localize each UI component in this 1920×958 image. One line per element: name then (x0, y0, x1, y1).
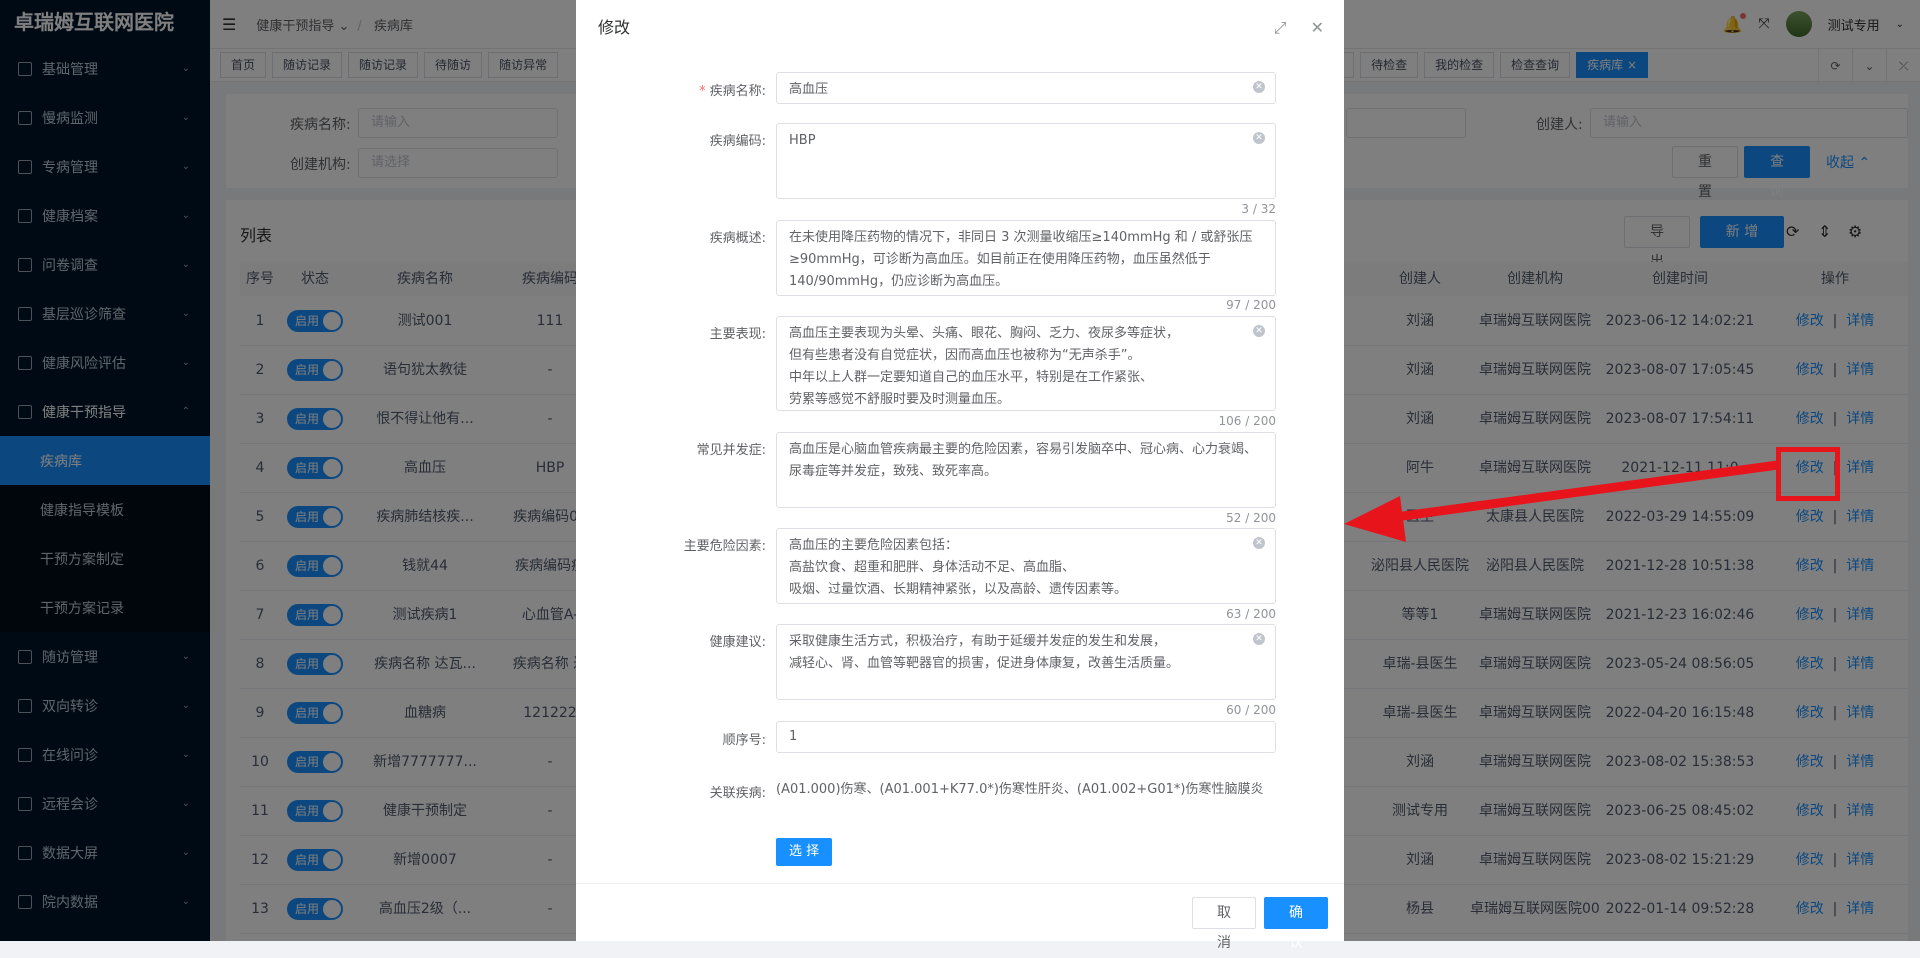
close-icon[interactable]: ✕ (1311, 0, 1324, 56)
related-value: (A01.000)伤寒、(A01.001+K77.0*)伤寒性肝炎、(A01.0… (776, 774, 1276, 806)
complication-field[interactable]: 高血压是心脑血管疾病最主要的危险因素，容易引发脑卒中、冠心病、心力衰竭、尿毒症等… (776, 432, 1276, 508)
advice-field[interactable]: 采取健康生活方式，积极治疗，有助于延缓并发症的发生和发展， 减轻心、肾、血管等靶… (776, 624, 1276, 700)
clear-icon[interactable]: ✕ (1253, 81, 1265, 93)
annotation-box (1776, 447, 1840, 501)
risk-field[interactable]: 高血压的主要危险因素包括： 高盐饮食、超重和肥胖、身体活动不足、高血脂、 吸烟、… (776, 528, 1276, 604)
desc-field-label: 疾病概述: (710, 227, 766, 246)
clear-icon[interactable]: ✕ (1253, 633, 1265, 645)
edit-dialog: 修改 ⤢ ✕ *疾病名称: 高血压✕ 疾病编码: HBP✕ 3 / 32 疾病概… (576, 0, 1344, 941)
symptom-field[interactable]: 高血压主要表现为头晕、头痛、眼花、胸闷、乏力、夜尿多等症状， 但有些患者没有自觉… (776, 316, 1276, 411)
code-field[interactable]: HBP✕ (776, 123, 1276, 199)
name-field-label: *疾病名称: (699, 80, 766, 99)
desc-field[interactable]: 在未使用降压药物的情况下，非同日 3 次测量收缩压≥140mmHg 和 / 或舒… (776, 220, 1276, 296)
complication-field-label: 常见并发症: (697, 439, 766, 458)
desc-counter: 97 / 200 (776, 298, 1276, 312)
advice-counter: 60 / 200 (776, 703, 1276, 717)
dialog-footer: 取 消 确 认 (576, 883, 1344, 941)
dialog-body: *疾病名称: 高血压✕ 疾病编码: HBP✕ 3 / 32 疾病概述: 在未使用… (576, 56, 1344, 883)
complication-counter: 52 / 200 (776, 511, 1276, 525)
symptom-counter: 106 / 200 (776, 414, 1276, 428)
dialog-title: 修改 (598, 18, 630, 37)
order-field-label: 顺序号: (723, 729, 766, 748)
risk-field-label: 主要危险因素: (684, 535, 766, 554)
code-counter: 3 / 32 (776, 202, 1276, 216)
clear-icon[interactable]: ✕ (1253, 132, 1265, 144)
name-field[interactable]: 高血压✕ (776, 72, 1276, 104)
advice-field-label: 健康建议: (710, 631, 766, 650)
clear-icon[interactable]: ✕ (1253, 325, 1265, 337)
confirm-button[interactable]: 确 认 (1264, 897, 1328, 929)
select-button[interactable]: 选 择 (776, 838, 832, 866)
code-field-label: 疾病编码: (710, 130, 766, 149)
symptom-field-label: 主要表现: (710, 323, 766, 342)
related-field-label: 关联疾病: (710, 782, 766, 801)
clear-icon[interactable]: ✕ (1253, 537, 1265, 549)
maximize-icon[interactable]: ⤢ (1274, 0, 1287, 56)
cancel-button[interactable]: 取 消 (1192, 897, 1256, 929)
order-field[interactable]: 1 (776, 721, 1276, 753)
risk-counter: 63 / 200 (776, 607, 1276, 621)
dialog-header: 修改 ⤢ ✕ (576, 0, 1344, 56)
